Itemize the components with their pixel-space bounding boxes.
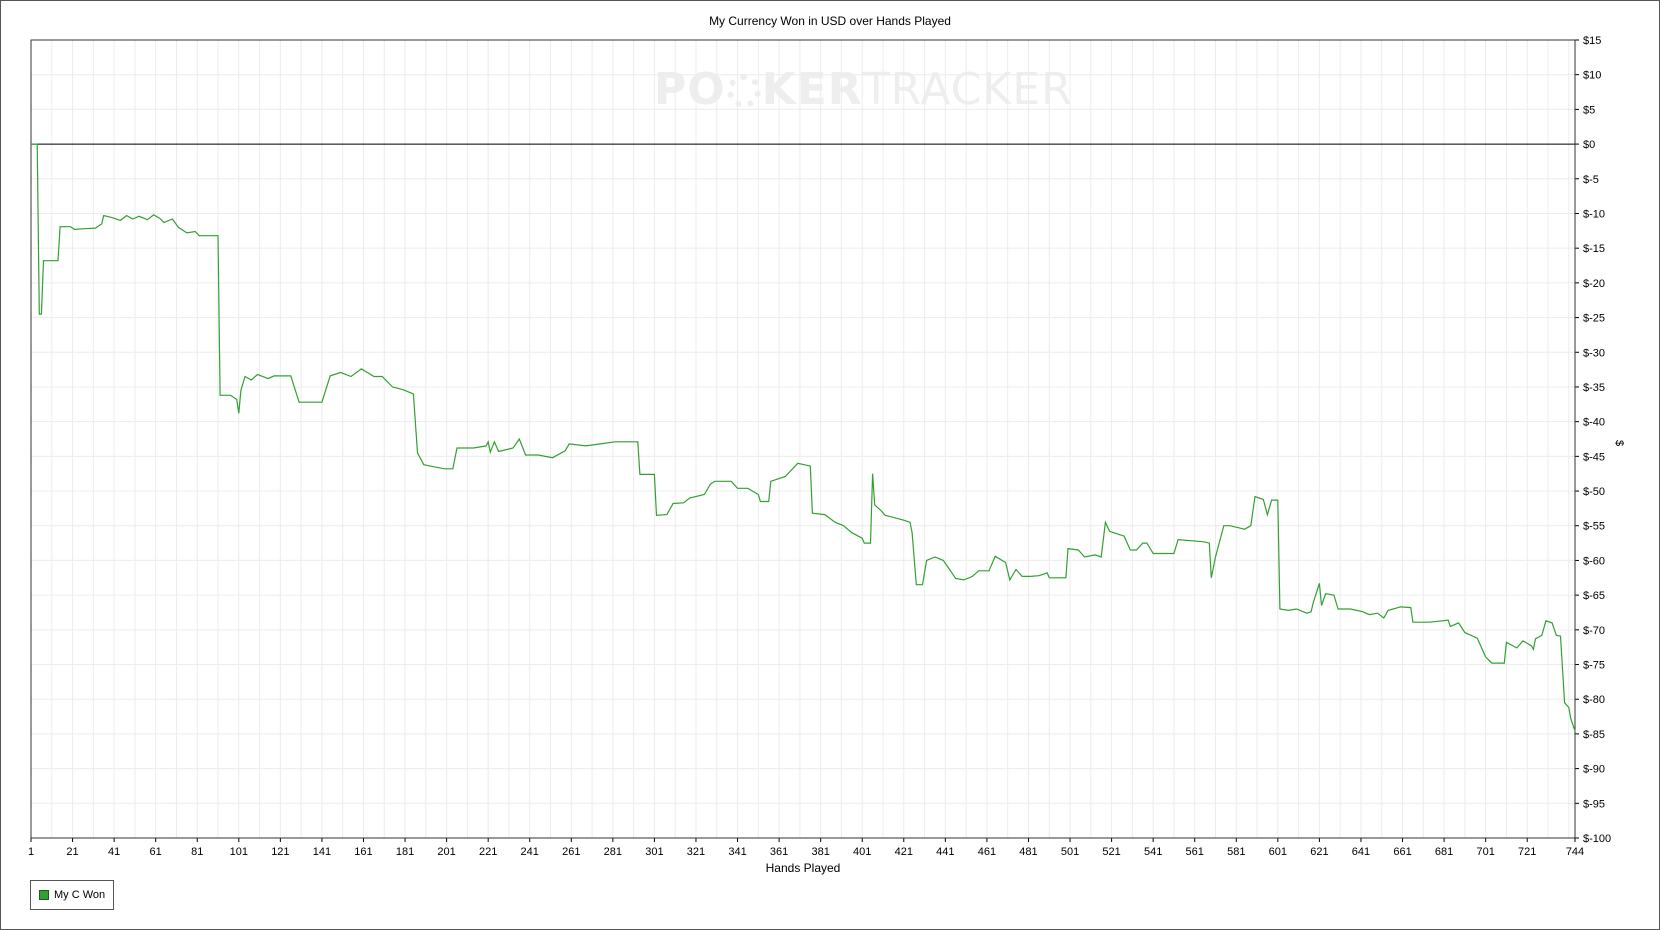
y-tick-label: $-10 bbox=[1583, 208, 1605, 220]
x-tick-label: 41 bbox=[108, 846, 120, 858]
y-tick-label: $-50 bbox=[1583, 486, 1605, 498]
x-tick-label: 61 bbox=[150, 846, 162, 858]
x-tick-label: 361 bbox=[770, 846, 788, 858]
x-tick-label: 161 bbox=[354, 846, 372, 858]
legend-label: My C Won bbox=[54, 889, 106, 901]
x-tick-label: 401 bbox=[853, 846, 871, 858]
x-tick-label: 301 bbox=[645, 846, 663, 858]
y-tick-label: $10 bbox=[1583, 70, 1601, 82]
x-tick-label: 341 bbox=[728, 846, 746, 858]
y-tick-label: $-35 bbox=[1583, 382, 1605, 394]
x-tick-label: 541 bbox=[1144, 846, 1162, 858]
x-tick-label: 701 bbox=[1476, 846, 1494, 858]
y-tick-label: $15 bbox=[1583, 35, 1601, 47]
legend: My C Won bbox=[30, 880, 115, 910]
y-tick-label: $-80 bbox=[1583, 694, 1605, 706]
y-tick-label: $-30 bbox=[1583, 347, 1605, 359]
x-tick-label: 181 bbox=[396, 846, 414, 858]
y-tick-label: $-70 bbox=[1583, 625, 1605, 637]
x-tick-label: 281 bbox=[604, 846, 622, 858]
x-tick-label: 621 bbox=[1310, 846, 1328, 858]
x-tick-label: 241 bbox=[521, 846, 539, 858]
x-tick-label: 681 bbox=[1435, 846, 1453, 858]
y-tick-label: $-90 bbox=[1583, 764, 1605, 776]
y-tick-label: $-40 bbox=[1583, 417, 1605, 429]
y-tick-label: $0 bbox=[1583, 139, 1595, 151]
x-tick-label: 641 bbox=[1352, 846, 1370, 858]
y-tick-label: $5 bbox=[1583, 104, 1595, 116]
x-tick-label: 521 bbox=[1102, 846, 1120, 858]
series-line-my-c-won bbox=[31, 143, 1576, 732]
x-axis: 1 21 41 61 81 101 121 141 161 181 201 221 241 261 281 3… bbox=[28, 838, 1584, 858]
x-tick-label: 501 bbox=[1061, 846, 1079, 858]
x-tick-label: 381 bbox=[811, 846, 829, 858]
y-tick-label: $-85 bbox=[1583, 729, 1605, 741]
y-tick-label: $-15 bbox=[1583, 243, 1605, 255]
y-tick-label: $-20 bbox=[1583, 278, 1605, 290]
x-tick-label: 481 bbox=[1019, 846, 1037, 858]
x-tick-label: 261 bbox=[562, 846, 580, 858]
x-tick-label: 221 bbox=[479, 846, 497, 858]
x-tick-label: 421 bbox=[895, 846, 913, 858]
y-tick-label: $-25 bbox=[1583, 313, 1605, 325]
x-tick-label: 1 bbox=[28, 846, 34, 858]
x-tick-label: 141 bbox=[313, 846, 331, 858]
grid bbox=[31, 39, 1575, 839]
x-tick-label: 21 bbox=[66, 846, 78, 858]
x-tick-label: 81 bbox=[191, 846, 203, 858]
x-tick-label: 321 bbox=[687, 846, 705, 858]
plot-area bbox=[30, 39, 1576, 839]
y-axis-label: $ bbox=[1613, 439, 1626, 447]
legend-swatch bbox=[39, 890, 49, 900]
y-tick-label: $-100 bbox=[1583, 833, 1611, 845]
y-tick-label: $-5 bbox=[1583, 174, 1599, 186]
x-axis-label: Hands Played bbox=[765, 861, 841, 875]
y-tick-label: $-55 bbox=[1583, 521, 1605, 533]
x-tick-label: 561 bbox=[1186, 846, 1204, 858]
y-axis: $15 $10 $5 $0 $-5 $-10 $-15 $-20 $-25 $-30 $-35 $-4… bbox=[1575, 35, 1611, 845]
x-tick-label: 441 bbox=[936, 846, 954, 858]
x-tick-label: 721 bbox=[1518, 846, 1536, 858]
x-tick-label: 121 bbox=[271, 846, 289, 858]
x-tick-label: 201 bbox=[437, 846, 455, 858]
y-tick-label: $-95 bbox=[1583, 798, 1605, 810]
chart-svg: $15 $10 $5 $0 $-5 $-10 $-15 $-20 $-25 $-30 $-35 $-4… bbox=[28, 35, 1611, 858]
x-tick-label: 581 bbox=[1227, 846, 1245, 858]
y-tick-label: $-75 bbox=[1583, 660, 1605, 672]
x-tick-label: 101 bbox=[230, 846, 248, 858]
y-tick-label: $-45 bbox=[1583, 451, 1605, 463]
x-tick-label: 744 bbox=[1566, 846, 1584, 858]
y-tick-label: $-65 bbox=[1583, 590, 1605, 602]
x-tick-label: 461 bbox=[978, 846, 996, 858]
x-tick-label: 661 bbox=[1393, 846, 1411, 858]
y-tick-label: $-60 bbox=[1583, 555, 1605, 567]
x-tick-label: 601 bbox=[1269, 846, 1287, 858]
